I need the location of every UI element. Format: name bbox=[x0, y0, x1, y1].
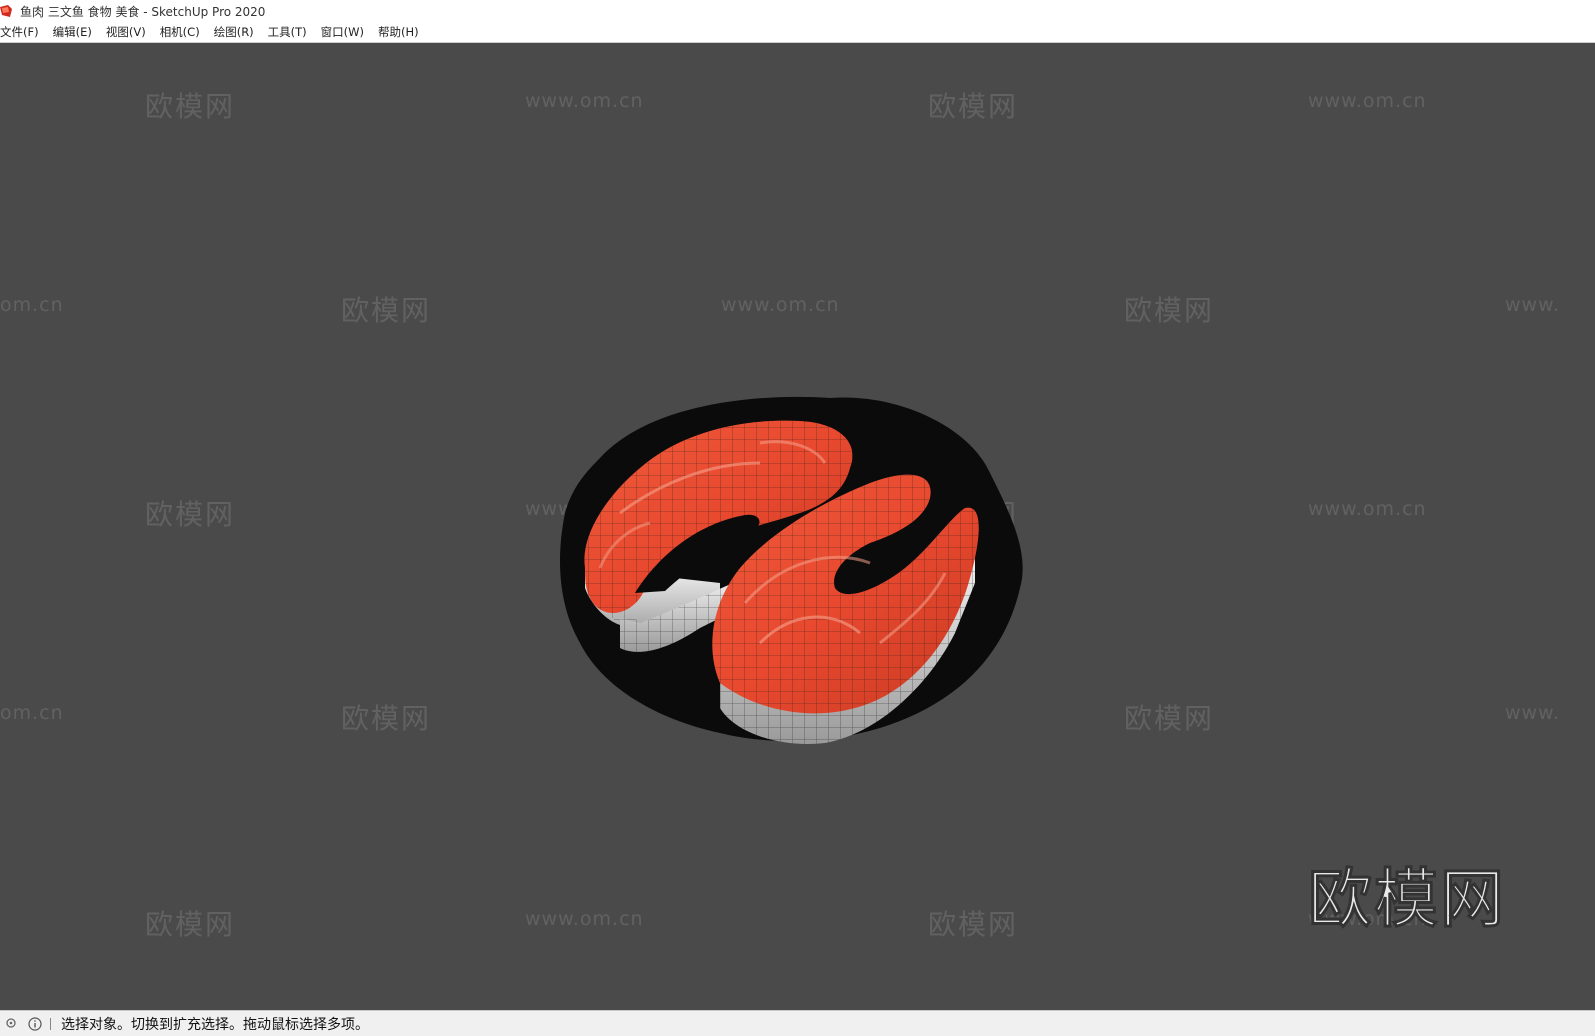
brand-logo: 欧模网 bbox=[1308, 863, 1506, 938]
menu-draw[interactable]: 绘图(R) bbox=[207, 24, 261, 40]
info-icon[interactable] bbox=[28, 1016, 42, 1031]
status-message: 选择对象。切换到扩充选择。拖动鼠标选择多项。 bbox=[61, 1016, 369, 1033]
status-divider bbox=[50, 1017, 51, 1030]
menu-bar: 文件(F) 编辑(E) 视图(V) 相机(C) 绘图(R) 工具(T) 窗口(W… bbox=[0, 22, 1595, 43]
menu-tools[interactable]: 工具(T) bbox=[261, 24, 314, 40]
geo-location-icon[interactable] bbox=[4, 1017, 18, 1031]
menu-window[interactable]: 窗口(W) bbox=[314, 24, 371, 40]
menu-help[interactable]: 帮助(H) bbox=[371, 24, 426, 40]
menu-edit[interactable]: 编辑(E) bbox=[46, 24, 99, 40]
menu-camera[interactable]: 相机(C) bbox=[153, 24, 207, 40]
model-viewport[interactable]: 欧模网 www.om.cn 欧模网 www.om.cn om.cn 欧模网 ww… bbox=[0, 43, 1595, 1010]
menu-file[interactable]: 文件(F) bbox=[0, 24, 46, 40]
menu-view[interactable]: 视图(V) bbox=[99, 24, 153, 40]
status-bar: 选择对象。切换到扩充选择。拖动鼠标选择多项。 bbox=[0, 1010, 1595, 1036]
title-bar: 鱼肉 三文鱼 食物 美食 - SketchUp Pro 2020 bbox=[0, 0, 1595, 22]
window-title: 鱼肉 三文鱼 食物 美食 - SketchUp Pro 2020 bbox=[20, 4, 266, 19]
sketchup-app-icon bbox=[0, 5, 12, 17]
